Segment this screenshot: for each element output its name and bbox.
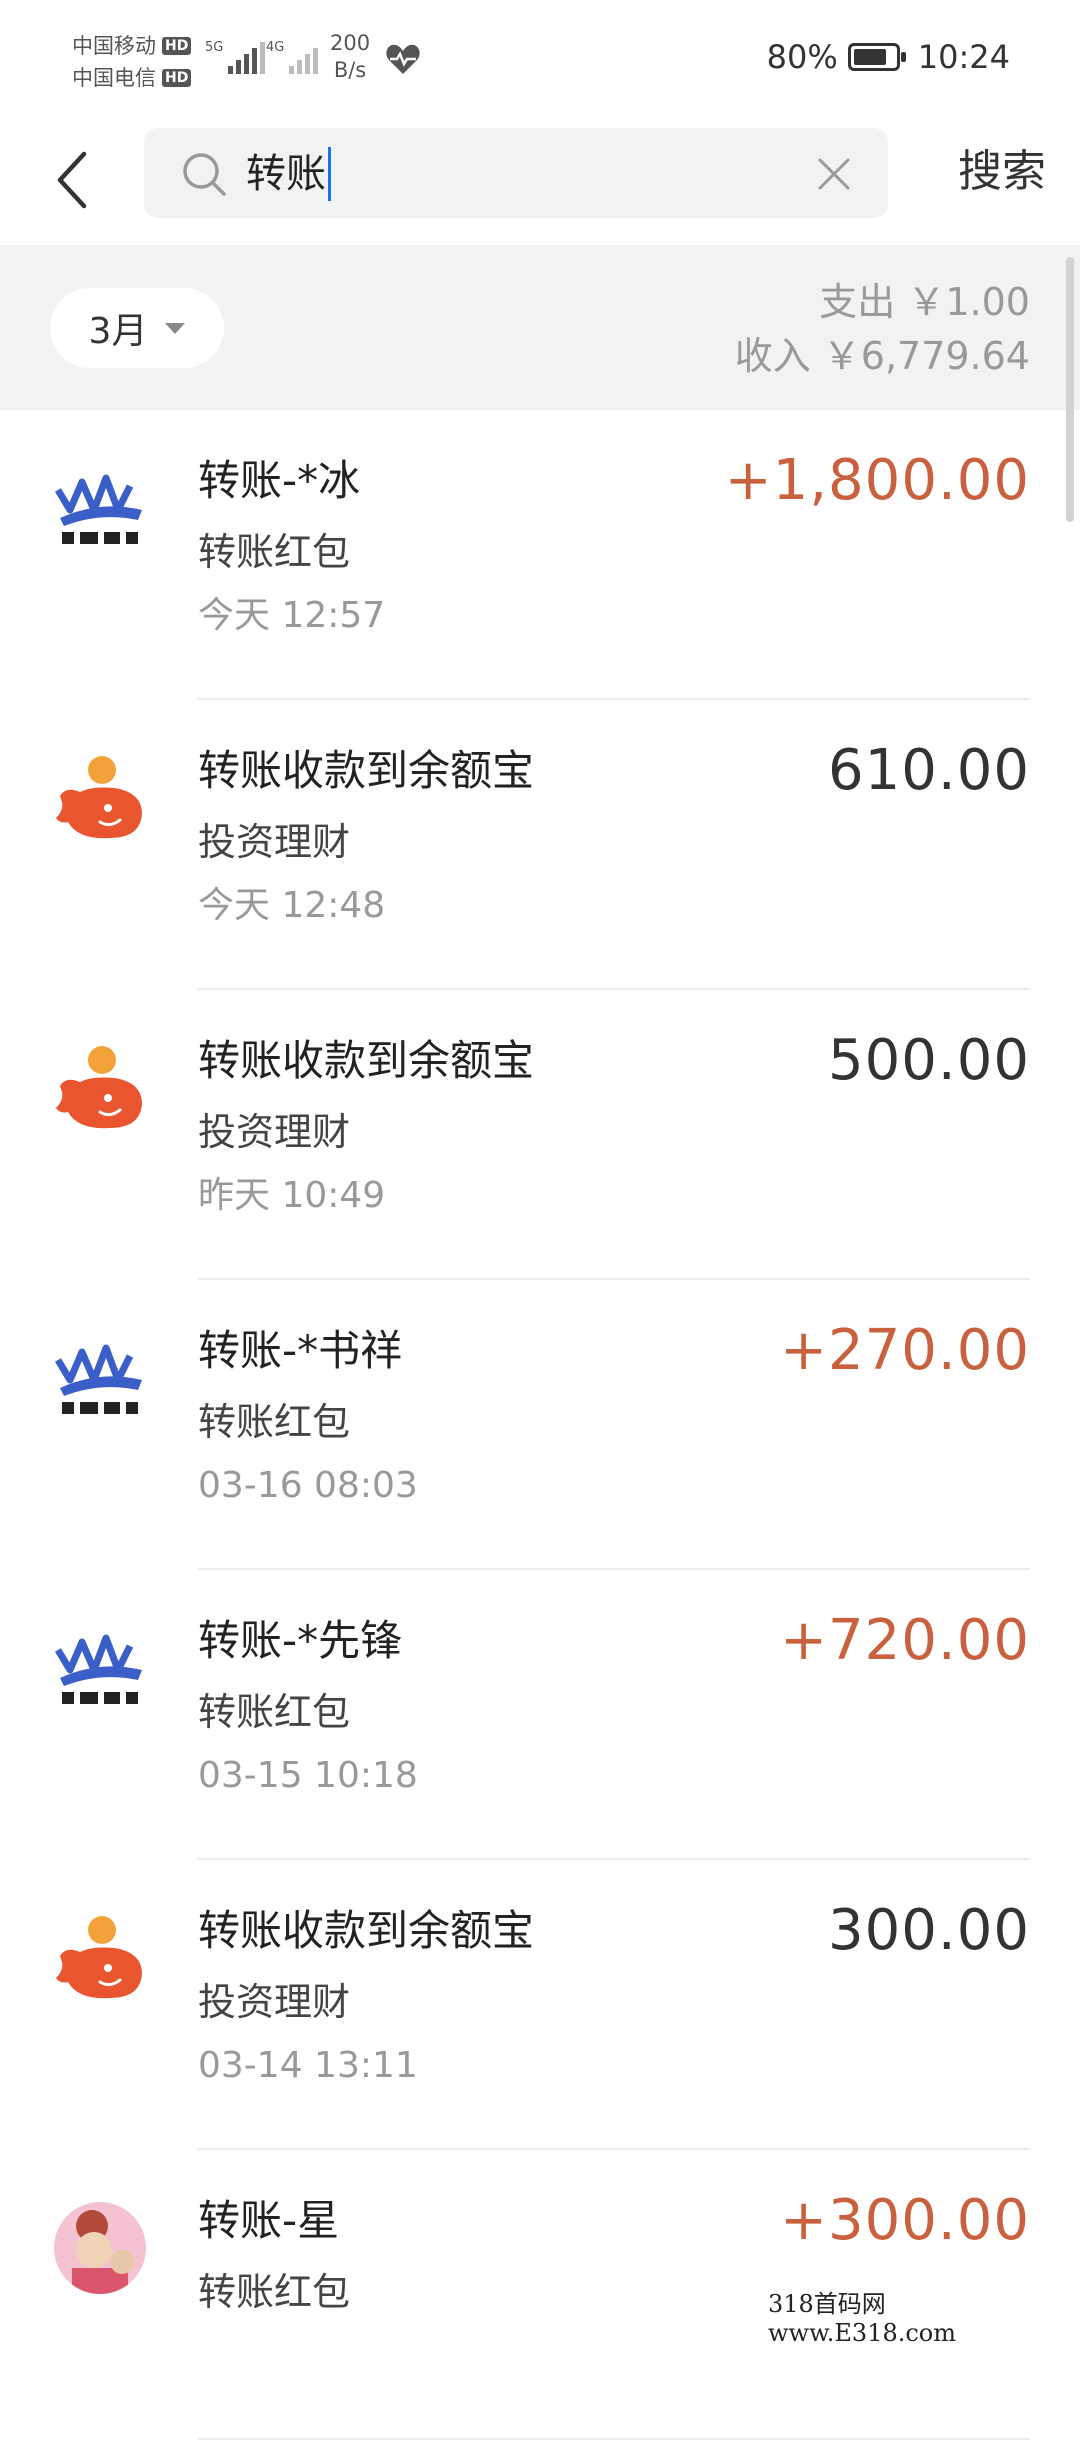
transaction-item[interactable]: 转账-*书祥 转账红包 03-16 08:03 +270.00 <box>0 1280 1080 1570</box>
transaction-time: 03-14 13:11 <box>198 2045 418 2086</box>
status-bar: 中国移动 HD 中国电信 HD 5G 4G 200 B/s 80% 10:24 <box>0 0 1080 120</box>
transaction-amount: 300.00 <box>828 1898 1030 1963</box>
transaction-category: 转账红包 <box>198 530 351 574</box>
transaction-list: 转账-*冰 转账红包 今天 12:57 +1,800.00 转账收款到余额宝 投… <box>0 410 1080 2440</box>
month-label: 3月 <box>88 311 148 352</box>
monthly-summary: 3月 支出 ￥1.00 收入 ￥6,779.64 <box>0 245 1080 410</box>
network-speed: 200 B/s <box>330 30 370 84</box>
transaction-amount: +1,800.00 <box>724 448 1030 513</box>
transaction-time: 03-15 10:18 <box>198 1755 418 1796</box>
signal-icon-1: 5G <box>205 40 266 74</box>
transaction-category: 转账红包 <box>198 1690 351 1734</box>
transaction-item[interactable]: 转账收款到余额宝 投资理财 03-14 13:11 300.00 <box>0 1860 1080 2150</box>
transaction-title: 转账-*先锋 <box>198 1616 403 1665</box>
signal-label-1: 5G <box>205 40 224 55</box>
transaction-title: 转账-*书祥 <box>198 1326 403 1375</box>
text-caret <box>328 147 331 201</box>
search-query[interactable]: 转账 <box>246 148 326 200</box>
transaction-item[interactable]: 转账收款到余额宝 投资理财 今天 12:48 610.00 <box>0 700 1080 990</box>
month-totals: 支出 ￥1.00 收入 ￥6,779.64 <box>735 275 1030 383</box>
heart-rate-icon <box>386 44 420 74</box>
transaction-title: 转账-星 <box>198 2196 340 2245</box>
carrier-name-2: 中国电信 <box>72 66 156 90</box>
expense-total: 支出 ￥1.00 <box>819 280 1030 324</box>
transaction-title: 转账-*冰 <box>198 456 361 505</box>
blue-logo-icon <box>52 1620 148 1716</box>
clock: 10:24 <box>917 38 1010 76</box>
carrier-info: 中国移动 HD 中国电信 HD <box>72 30 192 94</box>
transaction-amount: +270.00 <box>780 1318 1030 1383</box>
hd-badge-2: HD <box>162 69 192 87</box>
transaction-item[interactable]: 转账-*冰 转账红包 今天 12:57 +1,800.00 <box>0 410 1080 700</box>
transaction-time: 昨天 10:49 <box>198 1175 386 1216</box>
transaction-category: 转账红包 <box>198 2270 351 2314</box>
carrier-name-1: 中国移动 <box>72 34 156 58</box>
transaction-time: 03-16 08:03 <box>198 1465 418 1506</box>
transaction-amount: +720.00 <box>780 1608 1030 1673</box>
transaction-amount: +300.00 <box>780 2188 1030 2253</box>
signal-label-2: 4G <box>266 40 285 55</box>
dropdown-triangle-icon <box>165 322 186 334</box>
transaction-category: 投资理财 <box>198 1980 351 2024</box>
network-speed-unit: B/s <box>333 58 367 82</box>
transaction-title: 转账收款到余额宝 <box>198 1036 535 1085</box>
blue-logo-icon <box>52 460 148 556</box>
back-arrow-icon[interactable] <box>48 150 98 210</box>
transaction-item[interactable]: 转账-*先锋 转账红包 03-15 10:18 +720.00 <box>0 1570 1080 1860</box>
search-button[interactable]: 搜索 <box>958 144 1046 200</box>
transaction-category: 投资理财 <box>198 1110 351 1154</box>
search-icon <box>183 153 226 196</box>
transaction-item[interactable]: 转账收款到余额宝 投资理财 昨天 10:49 500.00 <box>0 990 1080 1280</box>
transaction-category: 转账红包 <box>198 1400 351 1444</box>
transaction-title: 转账收款到余额宝 <box>198 1906 535 1955</box>
network-speed-value: 200 <box>330 31 371 55</box>
transaction-title: 转账收款到余额宝 <box>198 746 535 795</box>
transaction-amount: 610.00 <box>828 738 1030 803</box>
battery-icon <box>847 43 906 71</box>
month-selector[interactable]: 3月 <box>50 288 224 368</box>
signal-icon-2: 4G <box>266 40 319 74</box>
hd-badge-1: HD <box>162 37 192 55</box>
transaction-amount: 500.00 <box>828 1028 1030 1093</box>
clear-icon[interactable] <box>816 156 852 192</box>
photo-avatar-icon <box>52 2200 148 2296</box>
yuebao-icon <box>52 1040 148 1136</box>
search-input[interactable]: 转账 <box>144 128 888 218</box>
transaction-category: 投资理财 <box>198 820 351 864</box>
search-header: 转账 搜索 <box>0 120 1080 245</box>
battery-percent: 80% <box>766 38 838 76</box>
transaction-time: 今天 12:57 <box>198 595 386 636</box>
income-total: 收入 ￥6,779.64 <box>734 334 1030 378</box>
watermark: 318首码网 www.E318.com <box>768 2290 1080 2347</box>
yuebao-icon <box>52 750 148 846</box>
transaction-time: 今天 12:48 <box>198 885 386 926</box>
blue-logo-icon <box>52 1330 148 1426</box>
yuebao-icon <box>52 1910 148 2006</box>
status-right: 80% 10:24 <box>767 38 1010 76</box>
